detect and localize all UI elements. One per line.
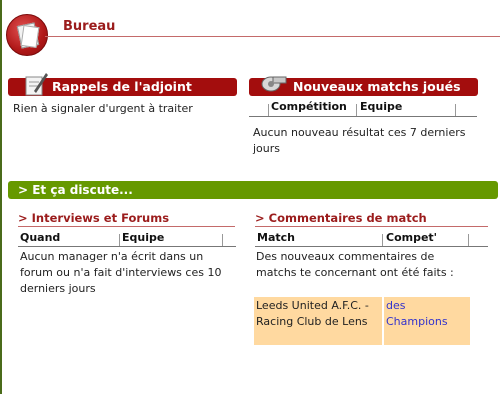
- rappels-message: Rien à signaler d'urgent à traiter: [13, 102, 193, 115]
- matchs-message: Aucun nouveau résultat ces 7 derniers jo…: [253, 126, 466, 155]
- column-header-match[interactable]: Match: [257, 231, 295, 244]
- table-header-rule: [249, 116, 477, 117]
- quill-icon: [25, 73, 48, 96]
- column-divider: [356, 104, 357, 116]
- column-divider: [119, 234, 120, 246]
- column-header-quand[interactable]: Quand: [20, 231, 60, 244]
- rappels-header: Rappels de l'adjoint: [8, 73, 237, 96]
- table-row: Leeds United A.F.C. - Racing Club de Len…: [254, 297, 382, 345]
- page-title: Bureau: [63, 19, 116, 34]
- bureau-icon: [6, 14, 48, 56]
- column-divider: [455, 104, 456, 116]
- match-cell[interactable]: Leeds United A.F.C. - Racing Club de Len…: [256, 298, 380, 330]
- matchs-title: Nouveaux matchs joués: [293, 79, 461, 94]
- paper-icon: [20, 24, 40, 49]
- title-underline: [45, 36, 500, 37]
- column-divider: [468, 234, 469, 246]
- table-header-rule: [255, 246, 488, 247]
- matchs-header: Nouveaux matchs joués: [249, 76, 478, 96]
- commentaires-message: Des nouveaux commentaires de matchs te c…: [256, 250, 454, 279]
- discussion-banner: > Et ça discute...: [8, 181, 498, 199]
- column-divider: [268, 104, 269, 116]
- column-header-equipe[interactable]: Equipe: [122, 231, 164, 244]
- commentaires-underline: [255, 226, 488, 227]
- discussion-title: > Et ça discute...: [18, 183, 133, 197]
- table-header-rule: [18, 246, 236, 247]
- column-header-compet[interactable]: Compet': [386, 231, 437, 244]
- competition-link[interactable]: des Champions: [386, 298, 468, 330]
- interviews-underline: [18, 226, 235, 227]
- column-divider: [222, 234, 223, 246]
- table-cell: des Champions: [384, 297, 470, 345]
- left-border: [0, 0, 2, 394]
- interviews-message: Aucun manager n'a écrit dans un forum ou…: [20, 250, 222, 295]
- whistle-icon: [261, 76, 287, 92]
- interviews-title: > Interviews et Forums: [18, 211, 170, 225]
- rappels-title: Rappels de l'adjoint: [52, 79, 192, 94]
- commentaires-title: > Commentaires de match: [255, 211, 427, 225]
- column-header-competition[interactable]: Compétition: [271, 100, 347, 113]
- column-header-equipe[interactable]: Equipe: [360, 100, 402, 113]
- column-divider: [382, 234, 383, 246]
